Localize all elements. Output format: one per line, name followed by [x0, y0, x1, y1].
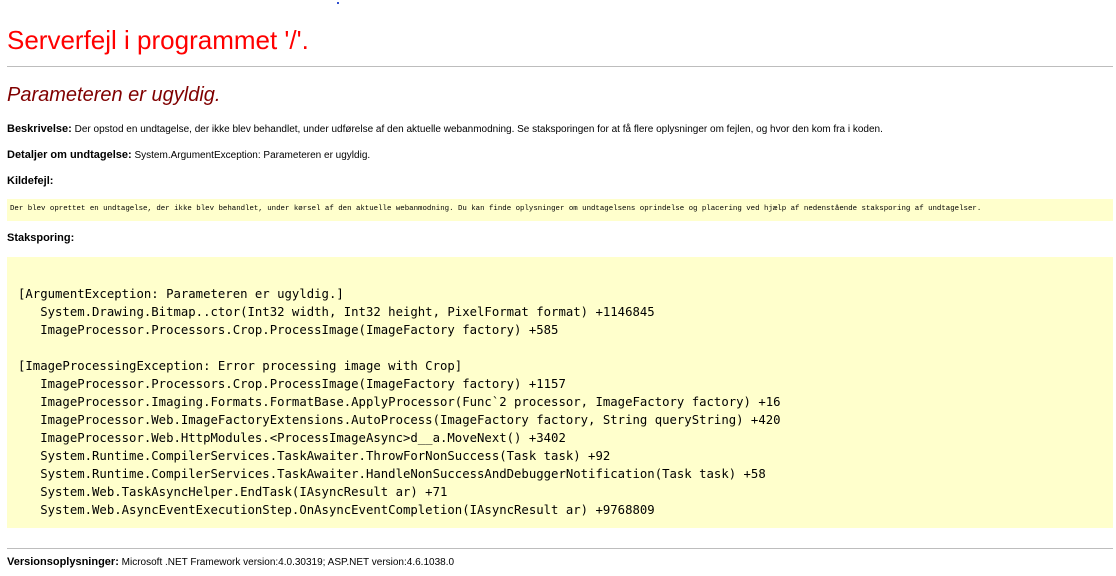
- exception-details-row: Detaljer om undtagelse: System.ArgumentE…: [7, 149, 370, 161]
- stack-trace-row: Staksporing:: [7, 232, 74, 244]
- stack-trace-line: ImageProcessor.Processors.Crop.ProcessIm…: [18, 323, 559, 337]
- source-error-label: Kildefejl:: [7, 175, 54, 187]
- source-error-text: Der blev oprettet en undtagelse, der ikk…: [10, 205, 982, 213]
- stack-trace-line: System.Runtime.CompilerServices.TaskAwai…: [18, 467, 766, 481]
- description-text: Der opstod en undtagelse, der ikke blev …: [74, 124, 883, 135]
- stack-trace-line: ImageProcessor.Web.HttpModules.<ProcessI…: [18, 431, 566, 445]
- stack-trace-line: System.Web.AsyncEventExecutionStep.OnAsy…: [18, 503, 655, 517]
- footer-divider: [7, 548, 1113, 549]
- error-message-heading: Parameteren er ugyldig.: [7, 84, 221, 106]
- stack-trace-box: [ArgumentException: Parameteren er ugyld…: [7, 257, 1113, 528]
- version-info-label: Versionsoplysninger:: [7, 556, 119, 568]
- version-info-row: Versionsoplysninger: Microsoft .NET Fram…: [7, 556, 454, 568]
- exception-details-label: Detaljer om undtagelse:: [7, 149, 132, 161]
- stack-trace-line: System.Runtime.CompilerServices.TaskAwai…: [18, 449, 611, 463]
- stack-trace-line: ImageProcessor.Imaging.Formats.FormatBas…: [18, 395, 781, 409]
- description-row: Beskrivelse: Der opstod en undtagelse, d…: [7, 123, 883, 135]
- exception-details-text: System.ArgumentException: Parameteren er…: [134, 150, 371, 161]
- stray-dot: [337, 2, 339, 4]
- stack-trace-line: ImageProcessor.Processors.Crop.ProcessIm…: [18, 377, 566, 391]
- stack-trace-line: ImageProcessor.Web.ImageFactoryExtension…: [18, 413, 781, 427]
- version-info-text: Microsoft .NET Framework version:4.0.303…: [121, 557, 455, 568]
- source-error-box: Der blev oprettet en undtagelse, der ikk…: [7, 199, 1113, 221]
- stack-trace-line: [ImageProcessingException: Error process…: [18, 359, 463, 373]
- source-error-row: Kildefejl:: [7, 175, 53, 187]
- stack-trace-line: [ArgumentException: Parameteren er ugyld…: [18, 287, 344, 301]
- title-divider: [7, 66, 1113, 67]
- page-title: Serverfejl i programmet '/'.: [7, 25, 309, 55]
- stack-trace-line: System.Web.TaskAsyncHelper.EndTask(IAsyn…: [18, 485, 448, 499]
- stack-trace-label: Staksporing:: [7, 232, 75, 244]
- stack-trace-line: System.Drawing.Bitmap..ctor(Int32 width,…: [18, 305, 655, 319]
- description-label: Beskrivelse:: [7, 123, 72, 135]
